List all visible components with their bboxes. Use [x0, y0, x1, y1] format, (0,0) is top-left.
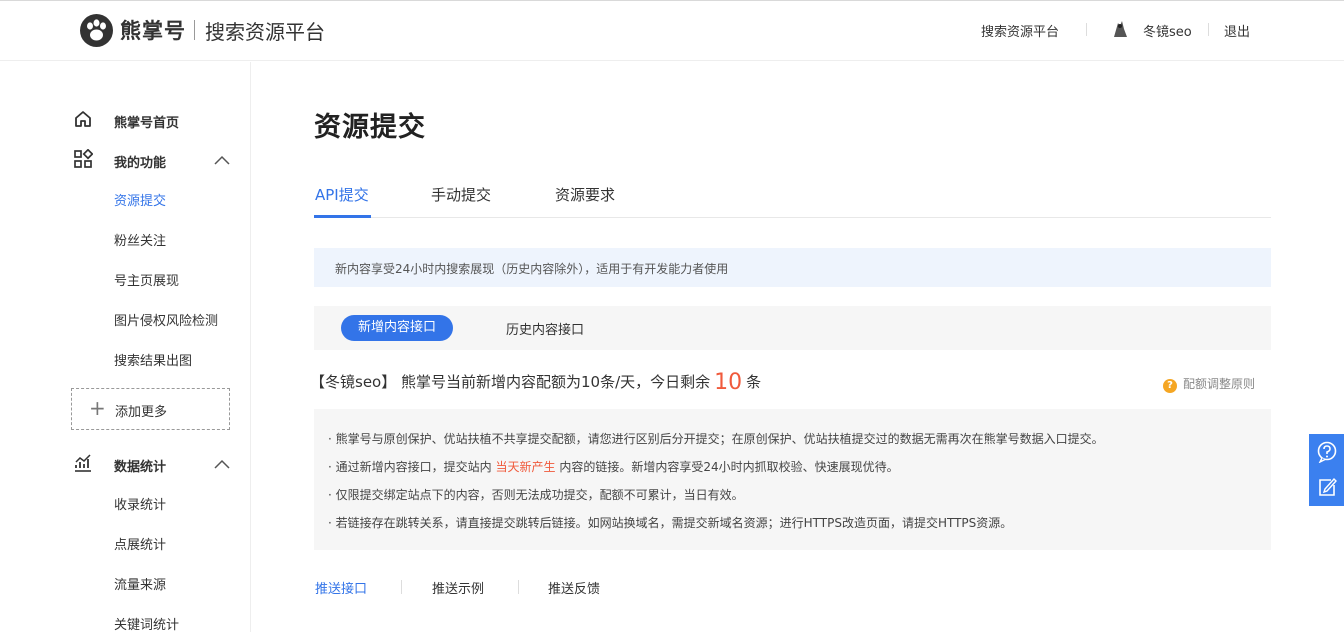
- brand-subtitle[interactable]: 搜索资源平台: [205, 16, 325, 45]
- home-icon: [75, 111, 91, 127]
- header-divider: [1208, 23, 1209, 36]
- tip-highlight: 当天新产生: [495, 460, 556, 474]
- nav-platform-link[interactable]: 搜索资源平台: [981, 21, 1059, 40]
- quota-text: 【冬镜seo】 熊掌号当前新增内容配额为10条/天，今日剩余: [310, 373, 711, 391]
- tip-item: · 若链接存在跳转关系，请直接提交跳转后链接。如网站换域名，需提交新域名资源；进…: [328, 516, 1013, 530]
- info-notice-text: 新内容享受24小时内搜索展现（历史内容除外），适用于有开发能力者使用: [335, 262, 729, 276]
- tab-divider: [518, 580, 519, 594]
- feedback-edit-icon[interactable]: [1316, 476, 1338, 498]
- add-more-label: 添加更多: [115, 405, 168, 420]
- sidebar-item-click-stats[interactable]: 点展统计: [114, 534, 166, 553]
- tab-push-api[interactable]: 推送接口: [315, 578, 367, 597]
- quota-rule-link[interactable]: ? 配额调整原则: [1163, 375, 1255, 393]
- tab-push-example[interactable]: 推送示例: [432, 578, 484, 597]
- tip-item: · 熊掌号与原创保护、优站扶植不共享提交配额，请您进行区别后分开提交；在原创保护…: [328, 432, 1104, 446]
- username[interactable]: 冬镜seo: [1143, 21, 1192, 40]
- quota-unit: 条: [746, 373, 762, 391]
- brand-name[interactable]: 熊掌号: [120, 15, 186, 45]
- tip-item: · 仅限提交绑定站点下的内容，否则无法成功提交，配额不可累计，当日有效。: [328, 488, 744, 502]
- info-notice: 新内容享受24小时内搜索展现（历史内容除外），适用于有开发能力者使用: [314, 248, 1271, 287]
- tab-divider: [401, 580, 402, 594]
- sidebar-item-data-stats[interactable]: 数据统计: [114, 456, 166, 475]
- logout-link[interactable]: 退出: [1224, 21, 1250, 40]
- quota-remaining: 10: [714, 370, 743, 395]
- chevron-up-icon[interactable]: [213, 155, 231, 165]
- sidebar: 熊掌号首页 我的功能 资源提交 粉丝关注 号主页展现 图片侵权风险检测 搜索结果…: [0, 62, 251, 633]
- quota-summary: 【冬镜seo】 熊掌号当前新增内容配额为10条/天，今日剩余 10 条: [310, 370, 761, 395]
- active-tab-indicator: [314, 215, 371, 218]
- apps-icon: [74, 149, 93, 168]
- question-icon: ?: [1163, 379, 1177, 393]
- tabs-divider: [314, 217, 1271, 218]
- subtab-history-content[interactable]: 历史内容接口: [506, 319, 584, 338]
- sidebar-item-keyword-stats[interactable]: 关键词统计: [114, 614, 179, 633]
- subtab-new-content[interactable]: 新增内容接口: [341, 315, 453, 341]
- sidebar-item-index-stats[interactable]: 收录统计: [114, 494, 166, 513]
- tip-item: · 通过新增内容接口，提交站内 当天新产生 内容的链接。新增内容享受24小时内抓…: [328, 458, 899, 475]
- quota-rule-label: 配额调整原则: [1183, 377, 1256, 391]
- tab-resource-requirements[interactable]: 资源要求: [555, 184, 615, 205]
- help-icon[interactable]: [1316, 441, 1338, 463]
- sidebar-item-resource-submit[interactable]: 资源提交: [114, 190, 166, 209]
- avatar[interactable]: [1108, 17, 1132, 41]
- subtab-bar: 新增内容接口 历史内容接口: [314, 306, 1271, 350]
- sidebar-item-my-features[interactable]: 我的功能: [114, 152, 166, 171]
- page-title: 资源提交: [314, 112, 426, 143]
- tips-panel: · 熊掌号与原创保护、优站扶植不共享提交配额，请您进行区别后分开提交；在原创保护…: [314, 409, 1271, 550]
- sidebar-item-fans[interactable]: 粉丝关注: [114, 230, 166, 249]
- paw-logo-icon[interactable]: [80, 14, 113, 47]
- stats-icon: [75, 454, 91, 472]
- brand-divider: [194, 20, 195, 40]
- header-divider: [1086, 23, 1087, 36]
- tip-text: 内容的链接。新增内容享受24小时内抓取校验、快速展现优待。: [559, 460, 899, 474]
- tab-manual-submit[interactable]: 手动提交: [431, 184, 491, 205]
- floating-toolbar: [1309, 434, 1344, 506]
- sidebar-item-search-image[interactable]: 搜索结果出图: [114, 350, 192, 369]
- top-header: 熊掌号 搜索资源平台 搜索资源平台 冬镜seo 退出: [0, 0, 1344, 61]
- tip-text: · 通过新增内容接口，提交站内: [328, 460, 492, 474]
- tab-api-submit[interactable]: API提交: [315, 184, 369, 205]
- sidebar-item-image-risk[interactable]: 图片侵权风险检测: [114, 310, 218, 329]
- tab-push-feedback[interactable]: 推送反馈: [548, 578, 600, 597]
- sidebar-item-homepage-display[interactable]: 号主页展现: [114, 270, 179, 289]
- add-more-button[interactable]: + 添加更多: [71, 388, 230, 430]
- plus-icon: +: [89, 396, 106, 420]
- sidebar-item-traffic-source[interactable]: 流量来源: [114, 574, 166, 593]
- sidebar-item-home[interactable]: 熊掌号首页: [114, 112, 179, 131]
- chevron-up-icon[interactable]: [213, 459, 231, 469]
